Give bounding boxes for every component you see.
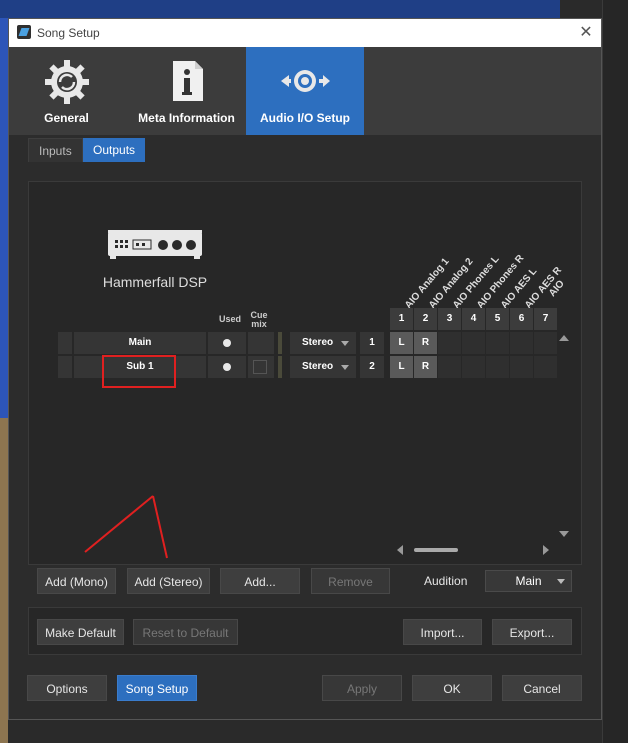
column-cue-mix: Cue mix [250,310,268,329]
background-track-blue [0,18,8,418]
matrix-cell[interactable]: R [414,356,437,378]
divider [278,356,282,378]
column-used: Used [218,314,241,324]
title-bar[interactable]: Song Setup ✕ [9,19,601,47]
tab-meta-label: Meta Information [138,111,235,125]
used-dot [223,363,231,371]
channel-number-6: 6 [510,308,533,330]
tab-general-label: General [44,111,89,125]
tab-audio-io-label: Audio I/O Setup [260,111,350,125]
row-handle[interactable] [58,356,72,378]
subtab-outputs[interactable]: Outputs [83,138,146,162]
add-mono-button[interactable]: Add (Mono) [37,568,116,594]
matrix-cell[interactable]: R [414,332,437,354]
cue-mix-cell[interactable] [248,356,274,378]
chevron-down-icon [557,579,565,584]
audition-value: Main [515,574,542,588]
channel-mode-select[interactable]: Stereo [290,356,356,378]
close-icon[interactable]: ✕ [575,22,597,44]
channel-number-5: 5 [486,308,509,330]
channel-number-3: 3 [438,308,461,330]
add-stereo-button[interactable]: Add (Stereo) [127,568,210,594]
tab-general[interactable]: General [9,47,124,135]
mode-value: Stereo [302,337,334,348]
subtab-inputs[interactable]: Inputs [28,138,83,162]
channel-number-7: 7 [534,308,557,330]
background-right-top [560,0,602,18]
song-setup-button[interactable]: Song Setup [117,675,197,701]
ok-button[interactable]: OK [412,675,492,701]
output-number: 2 [360,356,384,378]
audio-interface-icon [108,230,202,259]
matrix-cell[interactable] [486,356,509,378]
app-icon [17,25,31,39]
cue-mix-checkbox[interactable] [253,360,267,374]
matrix-cell[interactable] [510,332,533,354]
matrix-cell[interactable] [486,332,509,354]
reset-to-default-button[interactable]: Reset to Default [133,619,238,645]
annotation-highlight-box [102,355,176,388]
background-waveform-top [0,0,560,18]
add-button[interactable]: Add... [220,568,300,594]
scroll-up-icon[interactable] [559,335,569,341]
matrix-cell[interactable] [438,332,461,354]
matrix-cell[interactable] [438,356,461,378]
channel-mode-select[interactable]: Stereo [290,332,356,354]
export-button[interactable]: Export... [492,619,572,645]
device-name: Hammerfall DSP [102,274,208,290]
window-title: Song Setup [37,26,100,40]
cue-mix-cell [248,332,274,354]
used-indicator[interactable] [208,356,246,378]
matrix-cell[interactable] [534,332,557,354]
background-bottom [8,720,602,743]
import-button[interactable]: Import... [403,619,482,645]
channel-number-1: 1 [390,308,413,330]
row-handle[interactable] [58,332,72,354]
matrix-cell[interactable]: L [390,332,413,354]
mode-value: Stereo [302,361,334,372]
used-dot [223,339,231,347]
divider [278,332,282,354]
used-indicator[interactable] [208,332,246,354]
annotation-pointer-lines [84,495,168,559]
apply-button[interactable]: Apply [322,675,402,701]
background-right-panel [602,0,628,743]
scroll-down-icon[interactable] [559,531,569,537]
background-track-gold [0,418,8,743]
remove-button[interactable]: Remove [311,568,390,594]
info-document-icon [172,61,203,101]
tab-meta-information[interactable]: Meta Information [129,47,244,135]
scroll-right-icon[interactable] [543,545,549,555]
matrix-cell[interactable] [534,356,557,378]
speaker-io-icon [281,70,330,92]
options-button[interactable]: Options [27,675,107,701]
output-name-main[interactable]: Main [74,332,206,354]
main-tab-bar: General Meta Information Audio I/O Setup [9,47,601,135]
horizontal-scrollbar-thumb[interactable] [414,548,458,552]
matrix-cell[interactable] [510,356,533,378]
channel-number-2: 2 [414,308,437,330]
tab-audio-io-setup[interactable]: Audio I/O Setup [246,47,364,135]
matrix-cell[interactable]: L [390,356,413,378]
scroll-left-icon[interactable] [397,545,403,555]
matrix-cell[interactable] [462,332,485,354]
audition-select[interactable]: Main [485,570,572,592]
matrix-cell[interactable] [462,356,485,378]
gear-refresh-icon [44,60,89,104]
audition-label: Audition [424,574,468,588]
chevron-down-icon [341,365,349,370]
channel-number-4: 4 [462,308,485,330]
chevron-down-icon [341,341,349,346]
cancel-button[interactable]: Cancel [502,675,582,701]
output-number: 1 [360,332,384,354]
make-default-button[interactable]: Make Default [37,619,124,645]
